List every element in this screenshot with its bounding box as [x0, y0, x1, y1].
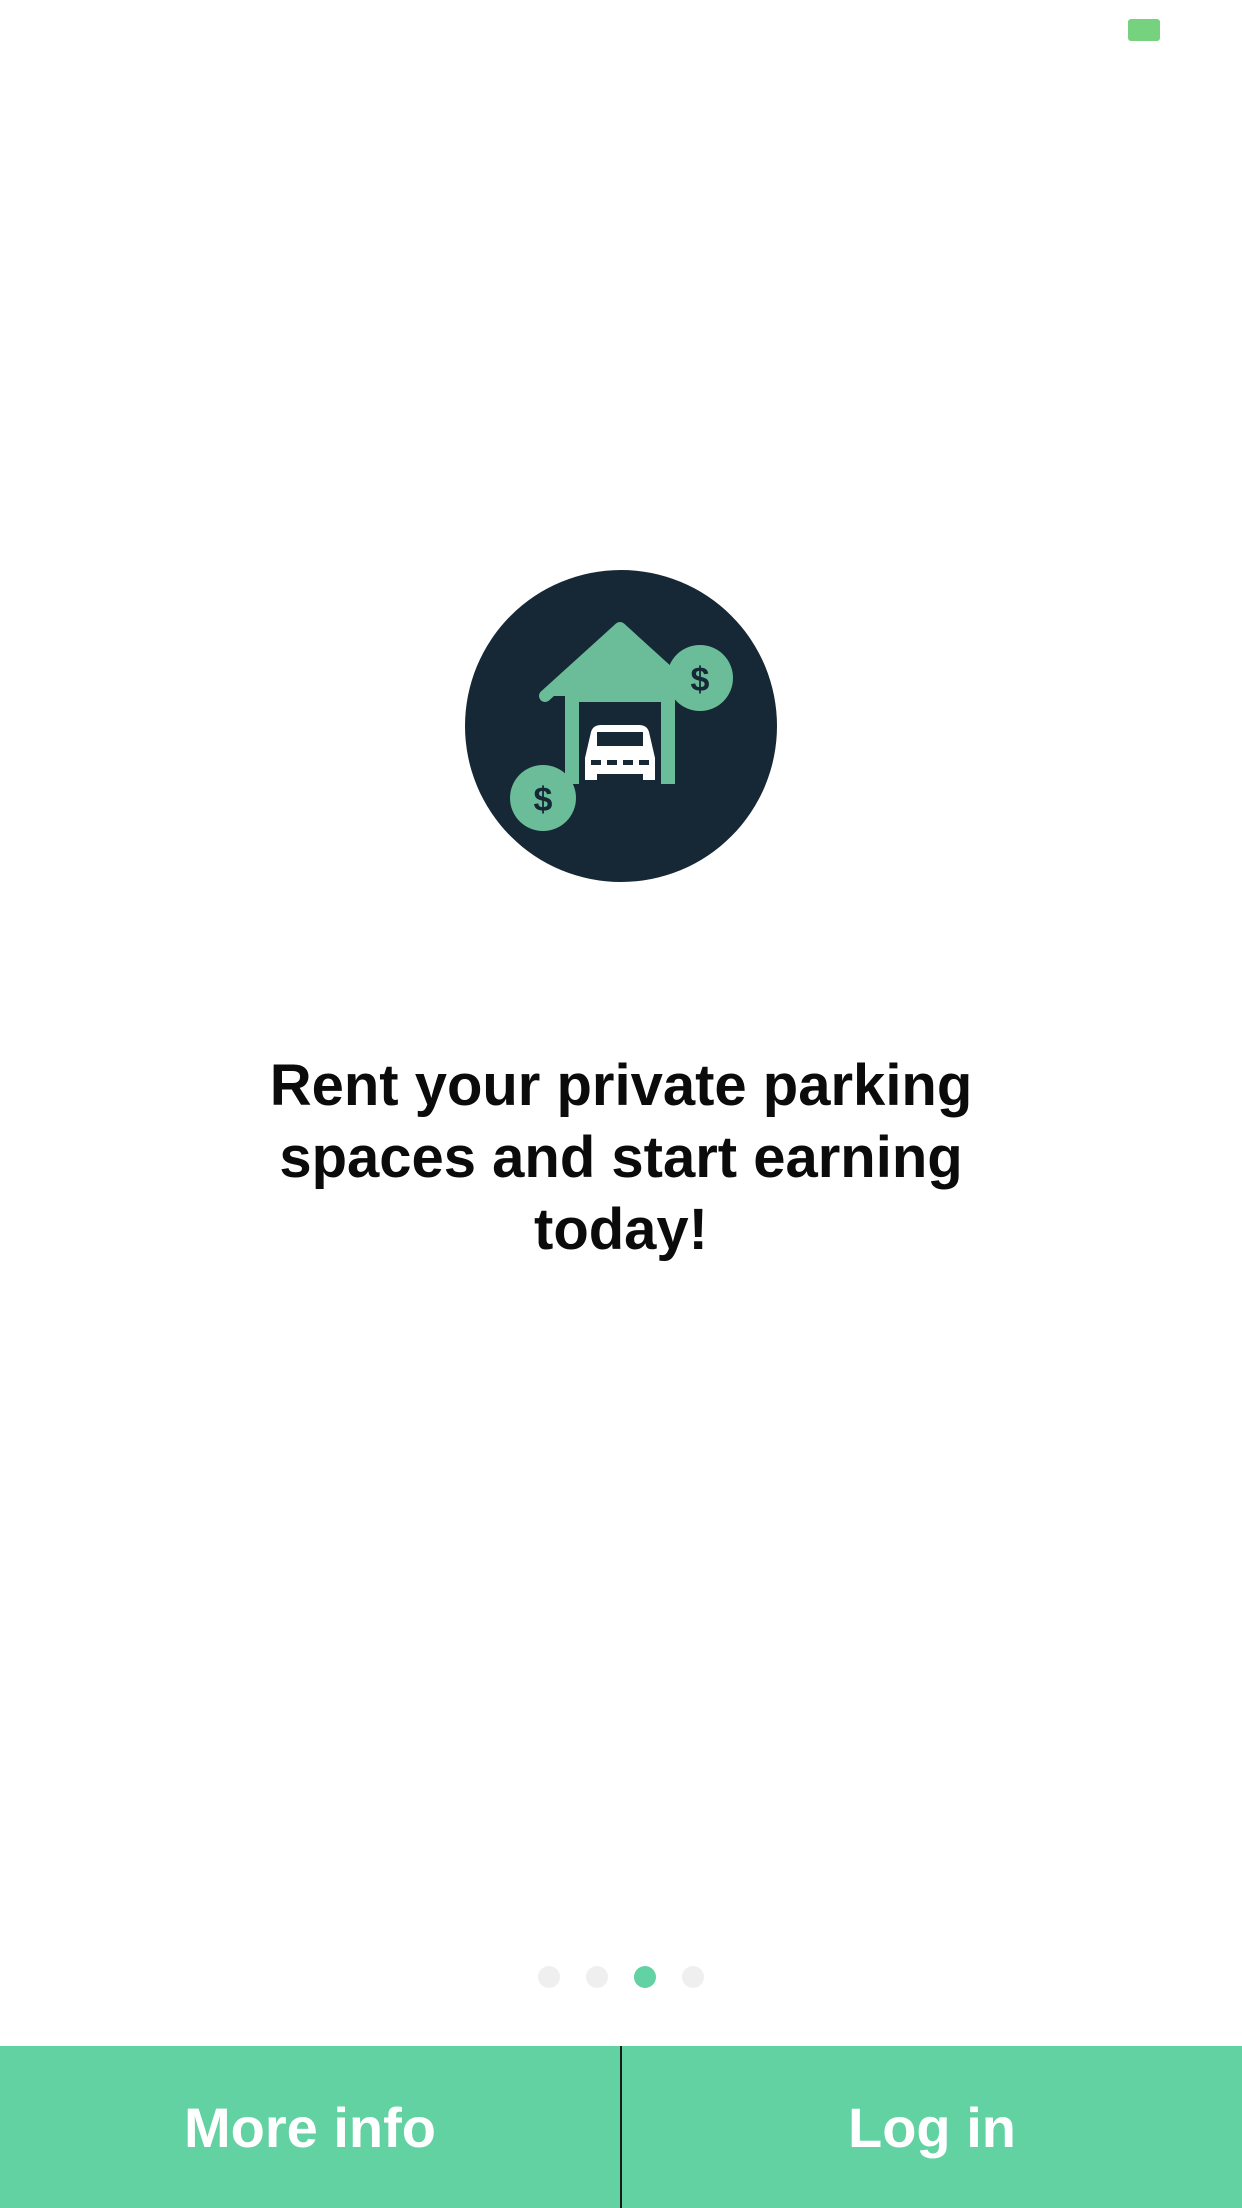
- page-dot-2[interactable]: [586, 1966, 608, 1988]
- page-dot-1[interactable]: [538, 1966, 560, 1988]
- battery-icon: [1128, 19, 1160, 41]
- onboarding-screen: $ $ Rent your private parking spaces and…: [0, 0, 1242, 2208]
- page-dot-3-active[interactable]: [634, 1966, 656, 1988]
- bottom-action-bar: More info Log in: [0, 2046, 1242, 2208]
- svg-text:$: $: [691, 661, 710, 699]
- log-in-button[interactable]: Log in: [622, 2046, 1242, 2208]
- status-bar: [0, 0, 1242, 60]
- page-indicator: [0, 1966, 1242, 1990]
- garage-car-money-icon: $ $: [465, 570, 777, 882]
- page-dot-4[interactable]: [682, 1966, 704, 1988]
- onboarding-headline: Rent your private parking spaces and sta…: [269, 1053, 973, 1262]
- svg-text:$: $: [534, 781, 553, 819]
- more-info-button[interactable]: More info: [0, 2046, 620, 2208]
